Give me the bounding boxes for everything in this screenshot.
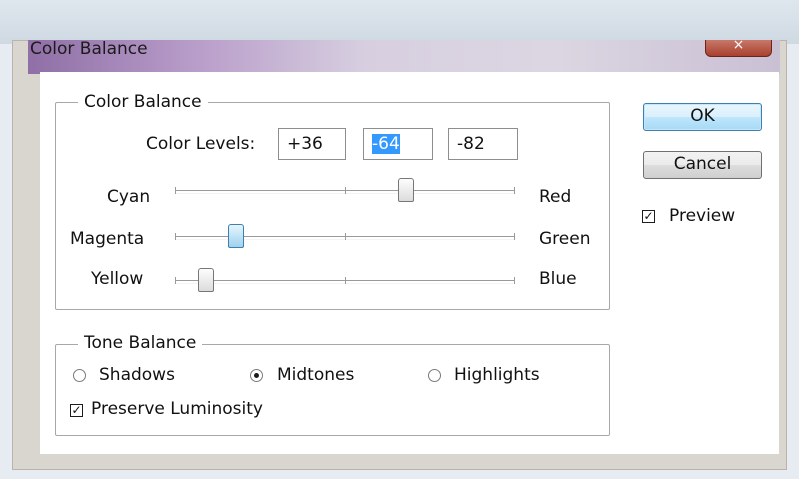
slider-tick [345, 233, 346, 240]
slider-tick [175, 187, 176, 194]
preserve-luminosity-label[interactable]: Preserve Luminosity [91, 399, 263, 419]
color-levels-label: Color Levels: [146, 134, 256, 154]
midtones-radio[interactable] [250, 369, 263, 382]
slider-magenta-label: Magenta [70, 229, 145, 249]
slider-tick [175, 233, 176, 240]
slider-tick [345, 277, 346, 284]
yellow-blue-slider-thumb[interactable] [197, 268, 214, 292]
desktop-background [0, 0, 799, 44]
highlights-radio[interactable] [428, 369, 441, 382]
close-button[interactable]: × [705, 37, 772, 57]
title-bar[interactable]: Color Balance [28, 40, 780, 74]
slider-cyan-label: Cyan [107, 187, 151, 207]
slider-tick [514, 187, 515, 194]
shadows-radio[interactable] [73, 369, 86, 382]
slider-blue-label: Blue [539, 269, 577, 289]
color-level-1-input[interactable]: +36 [278, 128, 346, 160]
color-level-3-input[interactable]: -82 [448, 128, 518, 160]
cyan-red-slider-track[interactable] [175, 187, 515, 194]
cyan-red-slider-thumb[interactable] [398, 178, 415, 202]
slider-tick [345, 187, 346, 194]
shadows-label[interactable]: Shadows [99, 365, 175, 385]
highlights-label[interactable]: Highlights [454, 365, 540, 385]
magenta-green-slider-thumb[interactable] [228, 224, 245, 248]
slider-yellow-label: Yellow [91, 269, 144, 289]
slider-tick [514, 233, 515, 240]
close-icon: × [732, 37, 745, 53]
slider-tick [514, 277, 515, 284]
cancel-button[interactable]: Cancel [643, 151, 762, 179]
tone-balance-group [55, 344, 610, 436]
slider-tick [175, 277, 176, 284]
slider-red-label: Red [539, 187, 572, 207]
ok-button[interactable]: OK [643, 103, 762, 131]
yellow-blue-slider-track[interactable] [175, 277, 515, 284]
magenta-green-slider-track[interactable] [175, 233, 515, 240]
preserve-luminosity-checkbox[interactable]: ✓ [70, 404, 83, 417]
window-title: Color Balance [30, 40, 148, 59]
checkmark-icon: ✓ [643, 209, 654, 223]
color-level-2-input[interactable]: -64 [363, 128, 433, 160]
tone-balance-group-label: Tone Balance [78, 333, 203, 353]
preview-checkbox[interactable]: ✓ [642, 210, 655, 223]
checkmark-icon: ✓ [71, 403, 82, 417]
midtones-label[interactable]: Midtones [277, 365, 354, 385]
preview-label[interactable]: Preview [669, 206, 735, 226]
color-balance-group-label: Color Balance [78, 92, 208, 112]
slider-green-label: Green [539, 229, 591, 249]
dialog-client-area: Color Balance Color Levels: +36 -64 -82 … [40, 72, 779, 454]
